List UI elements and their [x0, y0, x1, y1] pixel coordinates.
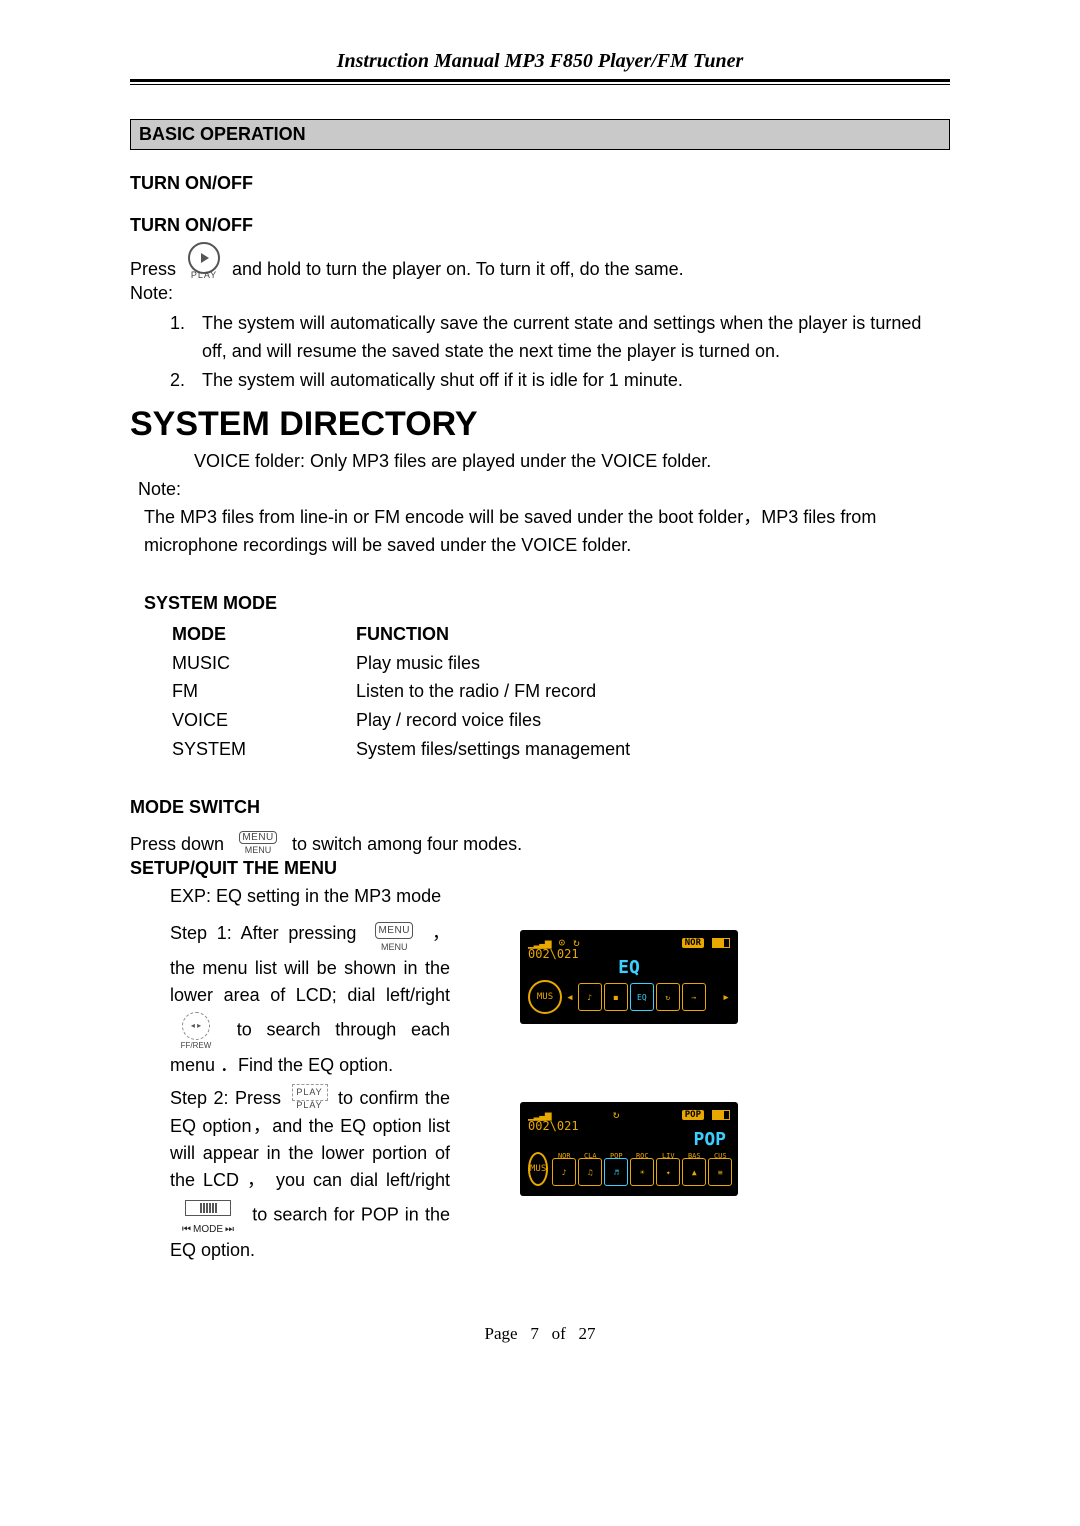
footer-of-word: of	[552, 1324, 566, 1343]
mus-icon: MUS	[528, 980, 562, 1014]
table-row: MUSIC Play music files	[172, 649, 950, 678]
notes-list: The system will automatically save the c…	[190, 310, 950, 396]
note-item-2: The system will automatically shut off i…	[190, 367, 950, 395]
note-label-1: Note:	[130, 280, 950, 308]
mode-cell: SYSTEM	[172, 735, 356, 764]
steps-column: Step 1: After pressing MENU MENU ，the me…	[130, 914, 450, 1263]
arrow-right-icon: ▸	[722, 990, 730, 1005]
mus-icon: MUS	[528, 1152, 548, 1186]
heading-setup-quit: SETUP/QUIT THE MENU	[130, 855, 950, 883]
text-press-down: Press down	[130, 834, 224, 855]
footer-page-num: 7	[530, 1324, 539, 1343]
lcd-screenshot-eq: ▁▂▃▅ ⊙ ↻ NOR 002\021 EQ MUS ◂ ♪ ◼ EQ	[520, 930, 738, 1024]
heading-system-directory: SYSTEM DIRECTORY	[130, 405, 950, 444]
repeat-icon: ↻	[613, 1108, 620, 1121]
heading-turn-on-off-2: TURN ON/OFF	[130, 212, 950, 240]
note-label-2: Note:	[138, 476, 950, 504]
text-press: Press	[130, 259, 176, 280]
play-button-sublabel: PLAY	[292, 1099, 328, 1113]
heading-turn-on-off-1: TURN ON/OFF	[130, 170, 950, 198]
func-cell: Play music files	[356, 649, 950, 678]
page-footer: Page 7 of 27	[130, 1324, 950, 1344]
menu-item-selected: EQ	[630, 983, 654, 1011]
func-cell: System files/settings management	[356, 735, 950, 764]
battery-icon	[712, 1110, 730, 1120]
table-row: FM Listen to the radio / FM record	[172, 677, 950, 706]
mode-dial-icon: ⏮ MODE ⏭	[174, 1194, 242, 1237]
page-header-title: Instruction Manual MP3 F850 Player/FM Tu…	[130, 50, 950, 73]
mode-cell: MUSIC	[172, 649, 356, 678]
col-header-function: FUNCTION	[356, 620, 950, 649]
text-mode-switch-tail: to switch among four modes.	[292, 834, 522, 855]
step2-lead: Step 2: Press	[170, 1088, 281, 1108]
eq-badge: POP	[682, 1110, 704, 1120]
mode-cell: VOICE	[172, 706, 356, 735]
system-mode-table: MODE FUNCTION MUSIC Play music files FM …	[172, 620, 950, 764]
menu-item: ↻	[656, 983, 680, 1011]
header-rule	[130, 79, 950, 85]
eq-badge: NOR	[682, 938, 704, 948]
menu-item: ◼	[604, 983, 628, 1011]
arrow-left-icon: ◂	[566, 990, 574, 1005]
exp-line: EXP: EQ setting in the MP3 mode	[170, 883, 950, 911]
ffrew-label: FF/REW	[174, 1040, 218, 1052]
text-press-tail: and hold to turn the player on. To turn …	[232, 259, 684, 280]
play-button-label: PLAY	[186, 270, 222, 280]
heading-system-mode: SYSTEM MODE	[144, 590, 950, 618]
section-basic-operation: BASIC OPERATION	[130, 119, 950, 150]
menu-button-icon: MENU MENU	[370, 914, 418, 955]
play-button-icon: PLAY PLAY	[292, 1086, 328, 1113]
func-cell: Play / record voice files	[356, 706, 950, 735]
menu-item: ♪	[578, 983, 602, 1011]
col-header-mode: MODE	[172, 620, 356, 649]
menu-button-label: MENU	[234, 845, 282, 855]
ffrew-dial-icon: ◂ ▸ FF/REW	[174, 1009, 218, 1052]
menu-button-label: MENU	[370, 941, 418, 955]
mode-label: MODE	[193, 1222, 223, 1237]
voice-folder-line: VOICE folder: Only MP3 files are played …	[194, 448, 950, 476]
play-button-icon: PLAY	[186, 242, 222, 280]
battery-icon	[712, 938, 730, 948]
heading-mode-switch: MODE SWITCH	[130, 794, 950, 822]
note-body: The MP3 files from line-in or FM encode …	[144, 504, 950, 560]
table-row: VOICE Play / record voice files	[172, 706, 950, 735]
footer-page-total: 27	[578, 1324, 595, 1343]
func-cell: Listen to the radio / FM record	[356, 677, 950, 706]
menu-item: →	[682, 983, 706, 1011]
note-item-1: The system will automatically save the c…	[190, 310, 950, 366]
step1-lead: Step 1: After pressing	[170, 923, 356, 943]
mode-cell: FM	[172, 677, 356, 706]
footer-page-word: Page	[485, 1324, 518, 1343]
menu-button-icon: MENU MENU	[234, 824, 282, 855]
lcd-screenshot-pop: ▁▂▃▅ ↻ POP 002\021 POP MUS NOR♪ CLA♫ POP…	[520, 1102, 738, 1196]
table-row: SYSTEM System files/settings management	[172, 735, 950, 764]
